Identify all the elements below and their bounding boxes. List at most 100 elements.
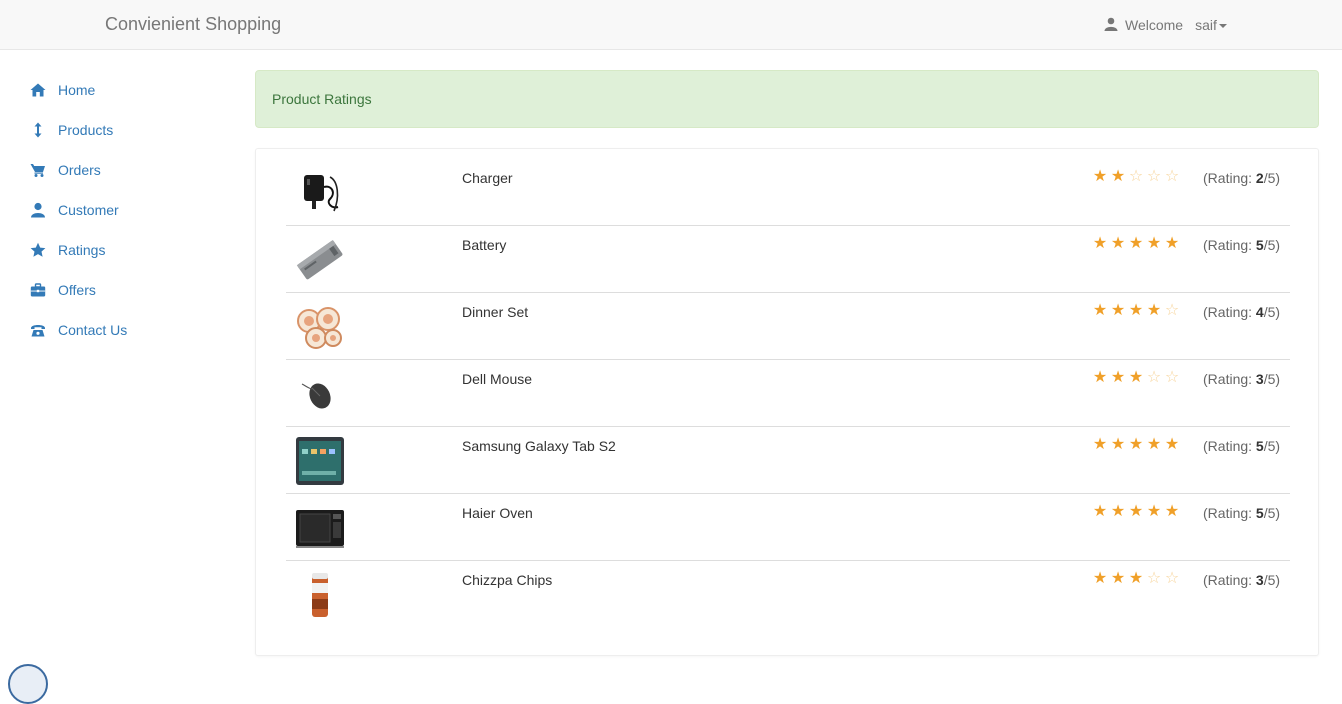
rating-value: 3 (1255, 572, 1264, 588)
star-filled-icon: ★ (1110, 168, 1126, 185)
star-filled-icon: ★ (1128, 503, 1144, 520)
star-empty-icon: ☆ (1164, 369, 1180, 386)
phone-icon (30, 322, 46, 338)
star-filled-icon: ★ (1128, 570, 1144, 587)
rating-max: /5 (1263, 371, 1276, 387)
product-name: Chizzpa Chips (462, 572, 553, 588)
product-row: Charger ★ ★ ☆ ☆ ☆ (Rating: 2/5) (286, 159, 1290, 226)
star-empty-icon: ☆ (1146, 369, 1162, 386)
star-filled-icon: ★ (1146, 235, 1162, 252)
star-filled-icon: ★ (1092, 436, 1108, 453)
rating-value: 2 (1255, 170, 1264, 186)
rating-max: /5 (1263, 505, 1276, 521)
star-rating: ★ ★ ★ ★ ☆ (1091, 302, 1181, 320)
product-ratings-alert: Product Ratings (255, 70, 1319, 128)
star-empty-icon: ☆ (1128, 168, 1144, 185)
sidebar-item-label: Home (58, 82, 96, 98)
product-name: Haier Oven (462, 505, 533, 521)
user-name[interactable]: saif (1195, 17, 1217, 33)
star-rating: ★ ★ ★ ☆ ☆ (1091, 570, 1181, 588)
sidebar-item-label: Orders (58, 162, 101, 178)
shopping-cart-icon (30, 162, 46, 178)
star-filled-icon: ★ (1092, 302, 1108, 319)
sidebar-item-label: Customer (58, 202, 119, 218)
star-filled-icon: ★ (1128, 369, 1144, 386)
star-filled-icon: ★ (1128, 436, 1144, 453)
rating-label: Rating: (1207, 438, 1253, 454)
rating-label: Rating: (1207, 505, 1253, 521)
sidebar-item-label: Offers (58, 282, 96, 298)
star-filled-icon: ★ (1164, 235, 1180, 252)
ratings-list: Charger ★ ★ ☆ ☆ ☆ (Rating: 2/5) Battery ★ ★ ★ ★ ★ (Ra… (286, 159, 1290, 628)
rating-max: /5 (1263, 572, 1276, 588)
rating-text: (Rating: 5/5) (1203, 438, 1281, 454)
sidebar-item-orders[interactable]: Orders (0, 150, 240, 190)
star-filled-icon: ★ (1164, 503, 1180, 520)
star-filled-icon: ★ (1092, 503, 1108, 520)
star-filled-icon: ★ (1128, 302, 1144, 319)
star-rating: ★ ★ ☆ ☆ ☆ (1091, 168, 1181, 186)
star-empty-icon: ☆ (1164, 570, 1180, 587)
product-name: Dell Mouse (462, 371, 533, 387)
user-icon (30, 202, 46, 218)
rating-value: 5 (1255, 237, 1264, 253)
sidebar-item-home[interactable]: Home (0, 70, 240, 110)
chips-image (294, 569, 346, 621)
star-filled-icon: ★ (1092, 168, 1108, 185)
brand-title[interactable]: Convienient Shopping (105, 14, 281, 35)
star-filled-icon: ★ (1146, 302, 1162, 319)
rating-value: 5 (1255, 438, 1264, 454)
star-filled-icon: ★ (1110, 235, 1126, 252)
star-rating: ★ ★ ★ ★ ★ (1091, 503, 1181, 521)
rating-max: /5 (1263, 170, 1276, 186)
rating-text: (Rating: 3/5) (1203, 572, 1281, 588)
corner-logo-icon (8, 664, 48, 704)
star-filled-icon: ★ (1092, 235, 1108, 252)
rating-text: (Rating: 4/5) (1203, 304, 1281, 320)
star-filled-icon: ★ (1092, 369, 1108, 386)
product-name: Dinner Set (462, 304, 529, 320)
rating-max: /5 (1263, 304, 1276, 320)
caret-down-icon[interactable] (1218, 24, 1227, 28)
home-icon (30, 82, 46, 98)
sidebar-item-offers[interactable]: Offers (0, 270, 240, 310)
rating-label: Rating: (1207, 572, 1253, 588)
briefcase-icon (30, 282, 46, 298)
product-row: Dell Mouse ★ ★ ★ ☆ ☆ (Rating: 3/5) (286, 360, 1290, 427)
star-filled-icon: ★ (1110, 302, 1126, 319)
star-rating: ★ ★ ★ ☆ ☆ (1091, 369, 1181, 387)
charger-image (294, 167, 346, 219)
star-filled-icon: ★ (1146, 503, 1162, 520)
dinner-set-image (294, 301, 346, 353)
battery-image (294, 234, 346, 286)
rating-label: Rating: (1207, 304, 1253, 320)
star-icon (30, 242, 46, 258)
sidebar-item-contact-us[interactable]: Contact Us (0, 310, 240, 350)
sidebar-item-label: Contact Us (58, 322, 128, 338)
rating-text: (Rating: 5/5) (1203, 505, 1281, 521)
rating-value: 4 (1255, 304, 1264, 320)
sidebar-item-label: Ratings (58, 242, 106, 258)
sidebar-item-ratings[interactable]: Ratings (0, 230, 240, 270)
sidebar: Home Products Orders Customer Ratings Of… (0, 70, 240, 350)
tablet-image (294, 435, 346, 487)
product-row: Dinner Set ★ ★ ★ ★ ☆ (Rating: 4/5) (286, 293, 1290, 360)
rating-text: (Rating: 3/5) (1203, 371, 1281, 387)
rating-text: (Rating: 2/5) (1203, 170, 1281, 186)
star-rating: ★ ★ ★ ★ ★ (1091, 235, 1181, 253)
star-empty-icon: ☆ (1146, 570, 1162, 587)
product-name: Battery (462, 237, 507, 253)
sidebar-item-label: Products (58, 122, 114, 138)
star-filled-icon: ★ (1110, 503, 1126, 520)
star-filled-icon: ★ (1092, 570, 1108, 587)
star-filled-icon: ★ (1164, 436, 1180, 453)
product-name: Charger (462, 170, 513, 186)
product-row: Chizzpa Chips ★ ★ ★ ☆ ☆ (Rating: 3/5) (286, 561, 1290, 628)
rating-max: /5 (1263, 237, 1276, 253)
sidebar-item-products[interactable]: Products (0, 110, 240, 150)
rating-text: (Rating: 5/5) (1203, 237, 1281, 253)
user-icon (1104, 17, 1118, 34)
user-menu[interactable]: Welcome saif (1104, 16, 1227, 34)
star-empty-icon: ☆ (1146, 168, 1162, 185)
sidebar-item-customer[interactable]: Customer (0, 190, 240, 230)
